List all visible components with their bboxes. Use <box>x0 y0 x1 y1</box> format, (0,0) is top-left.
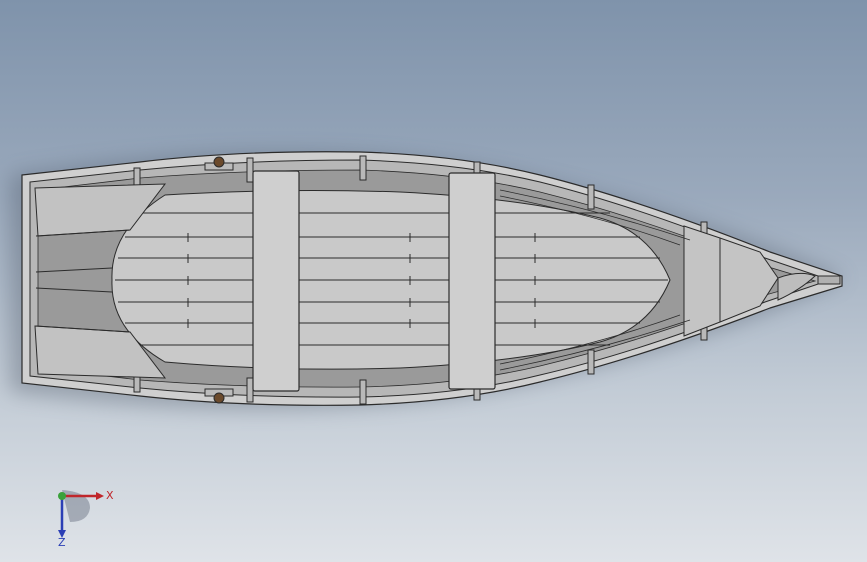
orientation-triad[interactable]: X Z <box>40 478 120 548</box>
thwart-seat-aft[interactable] <box>252 170 300 392</box>
triad-z-label: Z <box>58 536 66 548</box>
triad-x-label: X <box>106 489 114 502</box>
bow-fitting <box>817 275 841 285</box>
boat-model[interactable] <box>0 0 867 562</box>
graphics-viewport[interactable]: X Z <box>0 0 867 562</box>
triad-x-arrow <box>96 492 104 500</box>
triad-y-axis <box>58 492 66 500</box>
thwart-seat-mid[interactable] <box>448 172 496 390</box>
